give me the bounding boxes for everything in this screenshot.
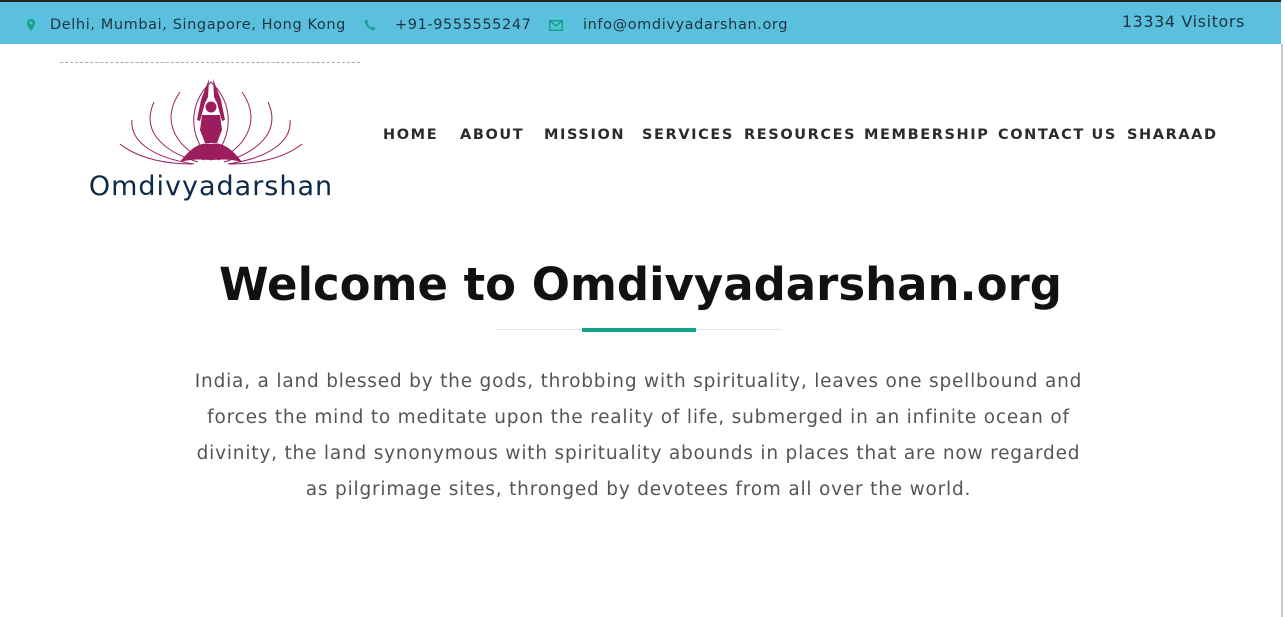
nav-home[interactable]: HOME [383,127,438,143]
intro-line: as pilgrimage sites, thronged by devotee… [305,479,972,500]
meditating-figure-lotus-icon [119,79,303,165]
nav-membership[interactable]: MEMBERSHIP [864,127,990,143]
logo-wordmark: Omdivyadarshan [88,171,334,202]
phone-icon [364,19,376,31]
map-marker-icon [27,19,35,31]
window-edge [1281,44,1283,617]
logo-divider [60,62,360,63]
location-text: Delhi, Mumbai, Singapore, Hong Kong [50,17,346,33]
intro-line: divinity, the land synonymous with spiri… [196,443,1081,464]
envelope-icon [549,20,563,31]
intro-line: forces the mind to meditate upon the rea… [207,407,1070,428]
email-link[interactable]: info@omdivyadarshan.org [583,17,788,33]
page-title: Welcome to Omdivyadarshan.org [219,258,1062,311]
site-logo[interactable]: Omdivyadarshan [76,74,366,206]
visitor-counter: 13334 Visitors [1121,12,1245,31]
intro-paragraph: India, a land blessed by the gods, throb… [185,364,1092,508]
nav-contact-us[interactable]: CONTACT US [998,127,1117,143]
nav-sharaad[interactable]: SHARAAD [1127,127,1218,143]
intro-line: India, a land blessed by the gods, throb… [194,371,1083,392]
title-underline-accent [582,328,696,332]
nav-services[interactable]: SERVICES [642,127,734,143]
phone-link[interactable]: +91-9555555247 [395,17,532,33]
nav-resources[interactable]: RESOURCES [744,127,856,143]
nav-about[interactable]: ABOUT [460,127,524,143]
top-info-bar: Delhi, Mumbai, Singapore, Hong Kong +91-… [0,0,1281,44]
nav-mission[interactable]: MISSION [544,127,625,143]
